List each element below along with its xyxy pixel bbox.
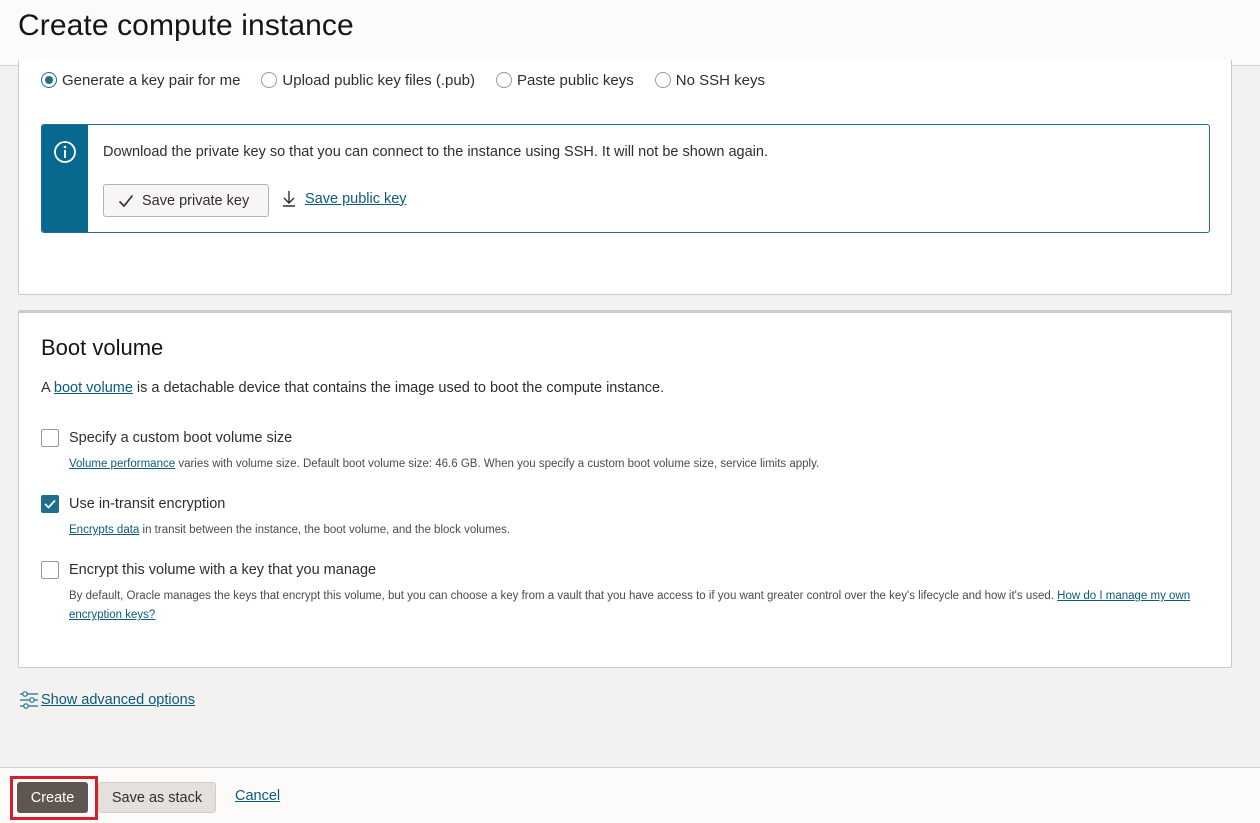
own-key-encryption-option[interactable]: Encrypt this volume with a key that you … xyxy=(41,561,376,579)
cancel-link[interactable]: Cancel xyxy=(235,788,280,804)
in-transit-encryption-option[interactable]: Use in-transit encryption xyxy=(41,495,225,513)
custom-size-help: Volume performance varies with volume si… xyxy=(69,455,819,474)
desc-suffix: is a detachable device that contains the… xyxy=(132,380,665,396)
in-transit-help: Encrypts data in transit between the ins… xyxy=(69,521,510,540)
ssh-keys-panel: Generate a key pair for me Upload public… xyxy=(18,60,1232,295)
save-as-stack-button[interactable]: Save as stack xyxy=(98,782,216,813)
checkbox-label: Specify a custom boot volume size xyxy=(69,430,293,446)
checkbox-label: Use in-transit encryption xyxy=(69,496,226,512)
info-strip xyxy=(42,125,88,232)
radio-button[interactable] xyxy=(654,72,671,88)
radio-button[interactable] xyxy=(41,72,57,88)
encrypts-data-link[interactable]: Encrypts data xyxy=(69,524,139,536)
radio-no-ssh-keys[interactable]: No SSH keys xyxy=(654,71,765,89)
info-text: Download the private key so that you can… xyxy=(103,144,768,160)
radio-label: No SSH keys xyxy=(675,71,765,89)
help-text: varies with volume size. Default boot vo… xyxy=(175,458,820,470)
info-icon xyxy=(54,141,76,163)
show-advanced-options[interactable]: Show advanced options xyxy=(19,690,195,710)
boot-volume-panel: Boot volume A boot volume is a detachabl… xyxy=(18,310,1232,668)
footer-toolbar: Create Save as stack Cancel xyxy=(0,767,1260,823)
ssh-key-options: Generate a key pair for me Upload public… xyxy=(41,70,786,90)
page-title: Create compute instance xyxy=(18,9,354,42)
checkbox-label: Encrypt this volume with a key that you … xyxy=(69,562,377,578)
boot-volume-link[interactable]: boot volume xyxy=(54,380,133,396)
save-private-key-label: Save private key xyxy=(142,192,250,209)
save-public-key-label[interactable]: Save public key xyxy=(305,191,407,207)
radio-upload-public-key[interactable]: Upload public key files (.pub) xyxy=(261,72,475,89)
sliders-icon xyxy=(20,691,38,709)
in-transit-checkbox[interactable] xyxy=(41,495,59,513)
download-icon xyxy=(283,191,295,207)
check-icon xyxy=(44,499,56,509)
save-private-key-button[interactable]: Save private key xyxy=(103,184,269,217)
radio-label: Upload public key files (.pub) xyxy=(282,71,476,89)
own-key-checkbox[interactable] xyxy=(41,561,59,579)
volume-performance-link[interactable]: Volume performance xyxy=(69,458,175,470)
page-header: Create compute instance xyxy=(0,0,1260,66)
radio-label: Paste public keys xyxy=(517,71,634,89)
radio-button[interactable] xyxy=(261,72,278,88)
private-key-info-message: Download the private key so that you can… xyxy=(41,124,1210,233)
section-title: Boot volume xyxy=(41,335,164,360)
radio-button[interactable] xyxy=(496,72,513,88)
radio-label: Generate a key pair for me xyxy=(62,71,241,89)
section-description: A boot volume is a detachable device tha… xyxy=(41,380,664,396)
desc-prefix: A xyxy=(41,380,54,396)
help-text: By default, Oracle manages the keys that… xyxy=(69,590,1058,602)
show-advanced-options-label[interactable]: Show advanced options xyxy=(41,692,195,708)
radio-paste-public-keys[interactable]: Paste public keys xyxy=(496,72,634,89)
radio-generate-key-pair[interactable]: Generate a key pair for me xyxy=(41,72,240,89)
save-public-key-link[interactable]: Save public key xyxy=(282,190,407,207)
check-icon xyxy=(118,194,134,207)
custom-boot-volume-size-option[interactable]: Specify a custom boot volume size xyxy=(41,429,292,447)
custom-size-checkbox[interactable] xyxy=(41,429,59,447)
own-key-help: By default, Oracle manages the keys that… xyxy=(69,587,1229,625)
create-button[interactable]: Create xyxy=(17,782,88,813)
help-text: in transit between the instance, the boo… xyxy=(139,524,511,536)
